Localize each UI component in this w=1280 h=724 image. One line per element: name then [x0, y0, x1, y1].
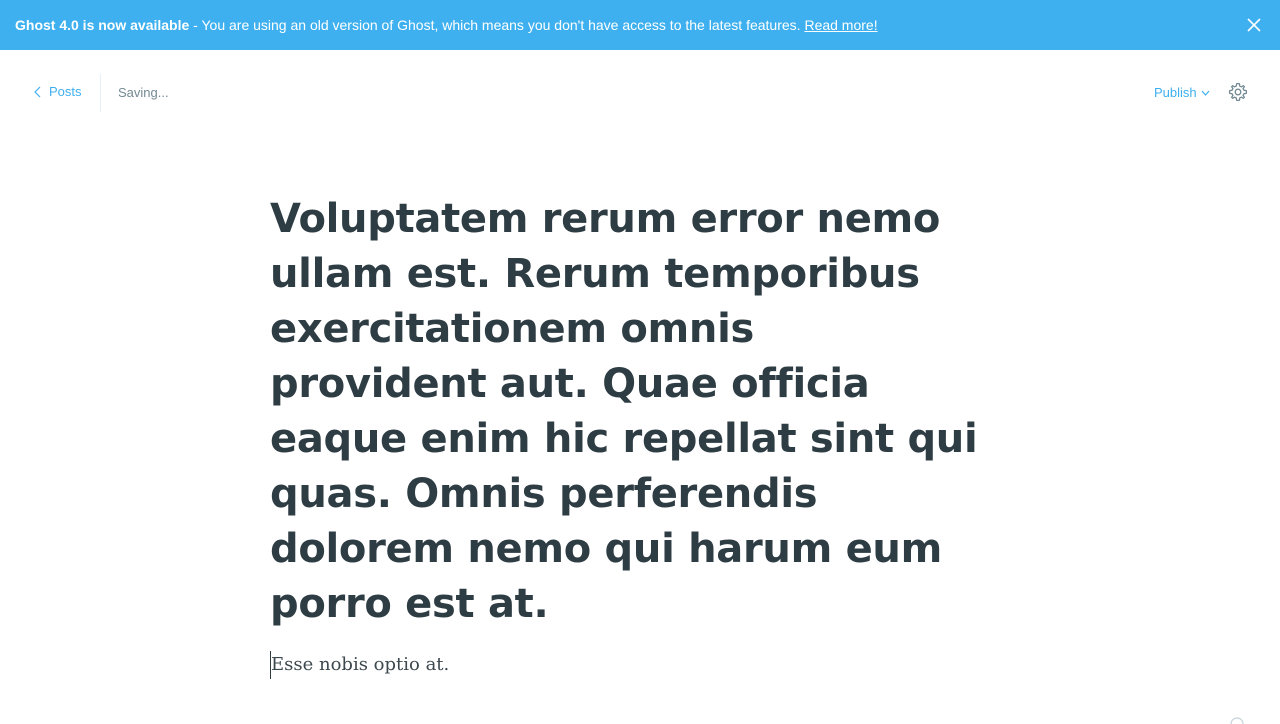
publish-menu-button[interactable]: Publish: [1154, 85, 1210, 101]
save-status: Saving...: [118, 85, 169, 101]
back-link-label: Posts: [49, 84, 82, 100]
post-editor: Voluptatem rerum error nemo ullam est. R…: [270, 192, 980, 679]
header-divider: [100, 74, 101, 112]
update-banner: Ghost 4.0 is now available - You are usi…: [0, 0, 1280, 50]
read-more-link[interactable]: Read more!: [804, 17, 877, 33]
gear-icon[interactable]: [1228, 82, 1248, 102]
publish-label: Publish: [1154, 85, 1197, 101]
chevron-down-icon: [1201, 90, 1210, 96]
banner-headline: Ghost 4.0 is now available: [15, 17, 189, 33]
post-title-input[interactable]: Voluptatem rerum error nemo ullam est. R…: [270, 192, 980, 632]
help-icon[interactable]: [1230, 716, 1244, 724]
close-icon[interactable]: [1246, 17, 1262, 33]
back-to-posts-link[interactable]: Posts: [34, 84, 82, 100]
chevron-left-icon: [34, 86, 41, 98]
editor-header: Posts Saving... Publish: [0, 50, 1280, 136]
post-body-editor[interactable]: Esse nobis optio at.: [270, 651, 980, 679]
banner-message: - You are using an old version of Ghost,…: [189, 17, 804, 33]
